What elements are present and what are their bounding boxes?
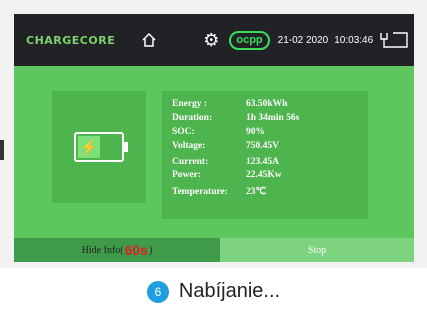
hide-info-button[interactable]: Hide Info( 60s ) bbox=[14, 238, 220, 262]
info-value: 63.50kWh bbox=[246, 99, 288, 109]
info-row-current: Current: 123.45A bbox=[172, 157, 279, 167]
info-label: SOC: bbox=[172, 127, 195, 137]
frame-edge bbox=[0, 140, 4, 160]
ocpp-badge: ocpp bbox=[229, 30, 270, 50]
charging-info-card: Energy : 63.50kWh Duration: 1h 34min 56s S… bbox=[162, 91, 368, 219]
gear-icon[interactable]: ⚙ bbox=[203, 31, 219, 49]
info-value: 23℃ bbox=[246, 187, 267, 197]
logo: CHARGECORE bbox=[26, 33, 116, 47]
info-value: 123.45A bbox=[246, 157, 279, 167]
info-label: Voltage: bbox=[172, 141, 206, 151]
lightning-icon: ⚡ bbox=[78, 136, 100, 158]
date-label: 21-02 2020 bbox=[277, 34, 329, 46]
battery-card: ⚡ bbox=[52, 91, 146, 203]
step-number-badge: 6 bbox=[146, 280, 169, 303]
info-row-energy: Energy : 63.50kWh bbox=[172, 99, 287, 109]
info-label: Temperature: bbox=[172, 187, 228, 197]
home-icon[interactable] bbox=[141, 32, 157, 48]
info-label: Energy : bbox=[172, 99, 208, 109]
caption-text: Nabíjanie... bbox=[178, 280, 281, 303]
info-row-power: Power: 22.45Kw bbox=[172, 170, 282, 180]
info-label: Current: bbox=[172, 157, 209, 167]
info-row-soc: SOC: 90% bbox=[172, 127, 265, 137]
info-row-duration: Duration: 1h 34min 56s bbox=[172, 113, 299, 123]
plug-icon bbox=[380, 32, 408, 48]
info-label: Power: bbox=[172, 170, 202, 180]
hide-info-label: Hide Info( bbox=[81, 244, 124, 256]
info-label: Duration: bbox=[172, 113, 213, 123]
info-value: 22.45Kw bbox=[246, 170, 282, 180]
battery-icon: ⚡ bbox=[74, 132, 128, 162]
info-row-temperature: Temperature: 23℃ bbox=[172, 186, 266, 197]
battery-terminal bbox=[124, 142, 128, 152]
hide-info-suffix: ) bbox=[148, 244, 153, 256]
countdown: 60s bbox=[124, 242, 148, 258]
stop-button[interactable]: Stop bbox=[220, 238, 414, 262]
time-label: 10:03:46 bbox=[334, 34, 374, 46]
info-row-voltage: Voltage: 750.45V bbox=[172, 141, 279, 151]
info-value: 1h 34min 56s bbox=[246, 113, 300, 123]
info-value: 90% bbox=[246, 127, 265, 137]
step-caption: 6 Nabíjanie... bbox=[0, 280, 427, 303]
top-bar: CHARGECORE ⚙ ocpp 21-02 2020 10:03:46 bbox=[14, 14, 414, 66]
info-value: 750.45V bbox=[246, 141, 279, 151]
bottom-bar: Hide Info( 60s ) Stop bbox=[14, 238, 414, 262]
